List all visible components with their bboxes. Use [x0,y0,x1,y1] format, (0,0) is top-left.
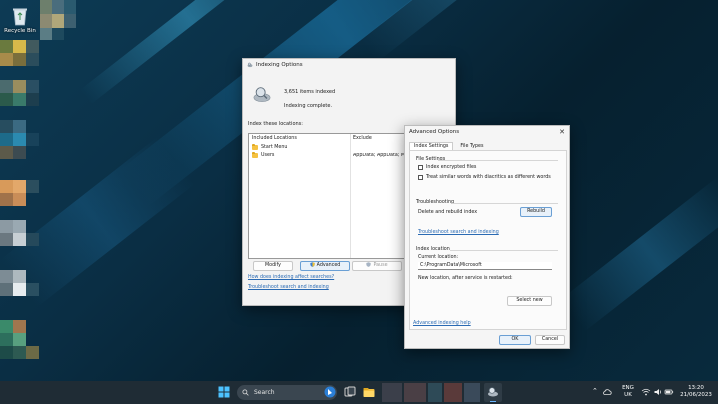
shield-icon [366,262,372,267]
blurred-taskbar-app[interactable] [464,383,480,402]
task-view-icon[interactable] [343,385,357,399]
language-indicator[interactable]: ENG UK [620,385,636,399]
volume-icon[interactable] [653,387,663,397]
indexing-status-text: Indexing complete. [284,103,333,109]
select-new-button[interactable]: Select new [507,296,552,306]
clock-time: 13:20 [688,385,704,391]
taskbar-search-box[interactable]: Search [237,385,337,400]
treat-diacritics-checkbox[interactable]: Treat similar words with diacritics as d… [418,175,551,180]
blurred-desktop-icons [0,40,40,381]
folder-icon [252,144,258,150]
column-header-exclude: Exclude [353,136,372,141]
cancel-button[interactable]: Cancel [535,335,565,345]
clock-date: 21/06/2023 [680,392,712,398]
column-divider [350,134,351,258]
modify-button[interactable]: Modify [253,261,293,271]
battery-icon[interactable] [664,387,674,397]
indexing-options-titlebar[interactable]: Indexing Options [243,59,455,71]
indexing-status-icon [253,87,271,102]
shield-icon [309,262,315,267]
blurred-taskbar-app[interactable] [428,383,442,402]
delete-rebuild-label: Delete and rebuild index [418,210,478,215]
new-location-label: New location, after service is restarted… [418,276,513,281]
group-divider [452,203,558,204]
close-icon[interactable]: ✕ [557,127,567,137]
blurred-taskbar-app[interactable] [382,383,402,402]
advanced-options-titlebar[interactable]: Advanced Options ✕ [405,126,569,138]
column-header-included: Included Locations [252,136,297,141]
indexing-options-taskbar-button[interactable] [484,383,502,402]
ok-button[interactable]: OK [499,335,531,345]
window-title: Advanced Options [409,129,460,135]
current-location-field: C:\ProgramData\Microsoft [418,262,552,270]
location-name: Users [261,153,275,158]
current-location-label: Current location: [418,255,459,260]
language-code: ENG [622,385,634,391]
wallpaper-streak [560,176,718,332]
items-indexed-count: 3,651 items indexed [284,89,336,95]
locations-label: Index these locations: [248,121,303,127]
window-title: Indexing Options [256,62,303,68]
search-placeholder: Search [254,389,275,396]
blurred-desktop-icons [40,0,76,40]
troubleshooting-title: Troubleshooting [416,200,455,205]
clock[interactable]: 13:20 21/06/2023 [678,385,714,399]
pause-button-label: Pause [373,263,388,268]
troubleshoot-link[interactable]: Troubleshoot search and indexing [248,285,329,290]
recycle-bin-icon [13,8,27,26]
pause-button: Pause [352,261,402,271]
rebuild-button[interactable]: Rebuild [520,207,552,217]
checkbox-box [418,175,423,180]
index-location-title: Index location [416,247,450,252]
location-row-users[interactable]: Users [252,152,275,158]
location-row-start-menu[interactable]: Start Menu [252,144,288,150]
start-windows-icon[interactable] [217,385,231,399]
checkbox-label: Treat similar words with diacritics as d… [426,175,551,180]
troubleshoot-link[interactable]: Troubleshoot search and indexing [418,230,499,235]
wifi-icon[interactable] [641,387,651,397]
indexing-icon [247,62,253,68]
bing-chat-icon[interactable] [324,386,336,398]
wallpaper-streak [360,0,677,63]
recycle-bin-label: Recycle Bin [4,28,36,34]
folder-icon [252,152,258,158]
location-name: Start Menu [261,145,288,150]
checkbox-label: Index encrypted files [426,165,477,170]
blurred-taskbar-app[interactable] [404,383,426,402]
group-divider [450,250,558,251]
index-encrypted-checkbox[interactable]: Index encrypted files [418,165,476,170]
file-explorer-icon[interactable] [362,385,376,399]
how-indexing-affects-link[interactable]: How does indexing affect searches? [248,275,334,280]
region-code: UK [624,392,632,398]
advanced-button-label: Advanced [316,263,341,268]
cloud-icon[interactable] [602,387,612,397]
group-divider [438,160,558,161]
checkbox-box [418,165,423,170]
advanced-button[interactable]: Advanced [300,261,350,271]
search-icon [242,389,249,396]
recycle-bin-shortcut[interactable]: Recycle Bin [2,2,38,40]
tray-chevron-icon[interactable]: ⌃ [592,388,598,395]
blurred-taskbar-app[interactable] [444,383,462,402]
indexing-icon [488,387,498,397]
advanced-indexing-help-link[interactable]: Advanced indexing help [413,321,471,326]
active-indicator [490,400,496,402]
